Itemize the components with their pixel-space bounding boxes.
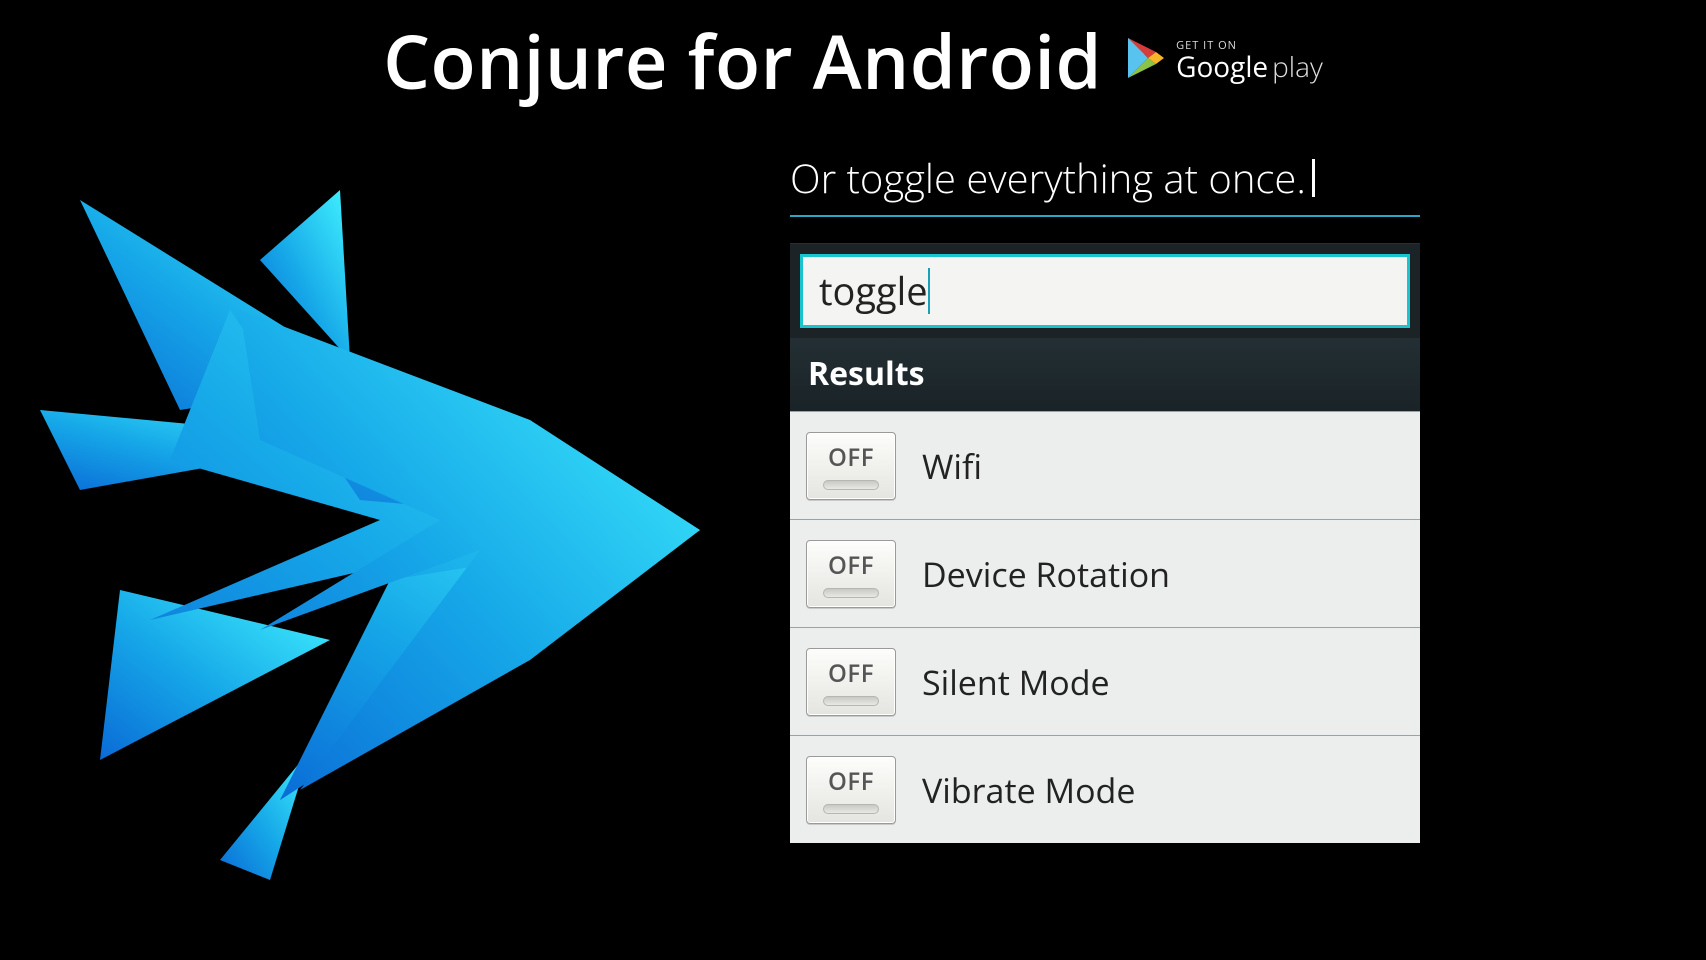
caption-text: Or toggle everything at once. <box>790 150 1420 217</box>
toggle-switch[interactable]: OFF <box>806 648 896 716</box>
text-caret-icon <box>928 268 930 314</box>
header: Conjure for Android GET IT ON Goo <box>0 0 1706 111</box>
toggle-switch[interactable]: OFF <box>806 540 896 608</box>
toggle-state-label: OFF <box>828 657 874 690</box>
toggle-track-icon <box>823 804 879 814</box>
search-input[interactable]: toggle <box>800 254 1410 328</box>
toggle-track-icon <box>823 588 879 598</box>
list-item[interactable]: OFF Wifi <box>790 411 1420 519</box>
toggle-state-label: OFF <box>828 441 874 474</box>
google-play-badge[interactable]: GET IT ON Google play <box>1126 36 1323 85</box>
toggle-state-label: OFF <box>828 765 874 798</box>
toggle-track-icon <box>823 480 879 490</box>
list-item[interactable]: OFF Silent Mode <box>790 627 1420 735</box>
toggle-track-icon <box>823 696 879 706</box>
toggle-state-label: OFF <box>828 549 874 582</box>
cursor-caret-icon <box>1312 159 1315 197</box>
result-label: Wifi <box>922 443 982 489</box>
conjure-logo <box>10 160 750 900</box>
app-screenshot: toggle Results OFF Wifi OFF Device Rotat… <box>790 243 1420 843</box>
search-value: toggle <box>819 265 928 317</box>
google-play-icon <box>1126 36 1166 85</box>
page-title: Conjure for Android <box>383 10 1102 111</box>
list-item[interactable]: OFF Vibrate Mode <box>790 735 1420 843</box>
toggle-switch[interactable]: OFF <box>806 756 896 824</box>
play-label: play <box>1272 53 1323 81</box>
result-label: Silent Mode <box>922 659 1110 705</box>
result-label: Vibrate Mode <box>922 767 1135 813</box>
google-label: Google <box>1176 53 1268 81</box>
results-heading: Results <box>790 338 1420 411</box>
list-item[interactable]: OFF Device Rotation <box>790 519 1420 627</box>
result-label: Device Rotation <box>922 551 1170 597</box>
toggle-switch[interactable]: OFF <box>806 432 896 500</box>
